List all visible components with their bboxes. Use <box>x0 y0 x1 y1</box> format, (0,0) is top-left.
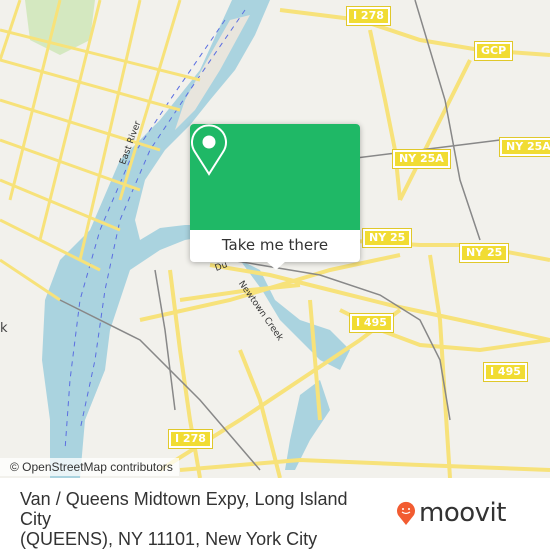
location-popup[interactable]: Take me there <box>190 124 360 270</box>
popup-tail <box>266 261 286 270</box>
canal-water <box>285 380 330 470</box>
footer: Van / Queens Midtown Expy, Long Island C… <box>0 478 550 550</box>
roosevelt-island <box>175 15 250 130</box>
moovit-wordmark: moovit <box>419 498 506 528</box>
osm-attribution[interactable]: © OpenStreetMap contributors <box>0 458 179 476</box>
take-me-there-button[interactable]: Take me there <box>190 230 360 262</box>
shield-ny25: NY 25 <box>458 243 510 263</box>
address-line-2: (QUEENS), NY 11101, New York City <box>20 529 318 549</box>
shield-ny25a: NY 25A <box>392 149 451 169</box>
popup-header <box>190 124 360 230</box>
shield-gcp: GCP <box>473 41 514 61</box>
address-text: Van / Queens Midtown Expy, Long Island C… <box>20 489 360 549</box>
new-york-label: k <box>0 321 8 336</box>
shield-ny25a: NY 25A <box>499 137 550 157</box>
park-area <box>25 0 95 55</box>
moovit-logo: moovit <box>396 500 506 526</box>
shield-i278: I 278 <box>168 429 213 449</box>
shield-i495: I 495 <box>483 362 528 382</box>
address-line-1: Van / Queens Midtown Expy, Long Island C… <box>20 489 348 529</box>
shield-i495: I 495 <box>349 313 394 333</box>
shield-ny25: NY 25 <box>361 228 413 248</box>
map-canvas[interactable]: East River Newtown Creek Du k I 278 GCP … <box>0 0 550 478</box>
shield-i278: I 278 <box>346 6 391 26</box>
location-pin-icon <box>191 124 227 176</box>
moovit-pin-icon <box>397 501 415 525</box>
